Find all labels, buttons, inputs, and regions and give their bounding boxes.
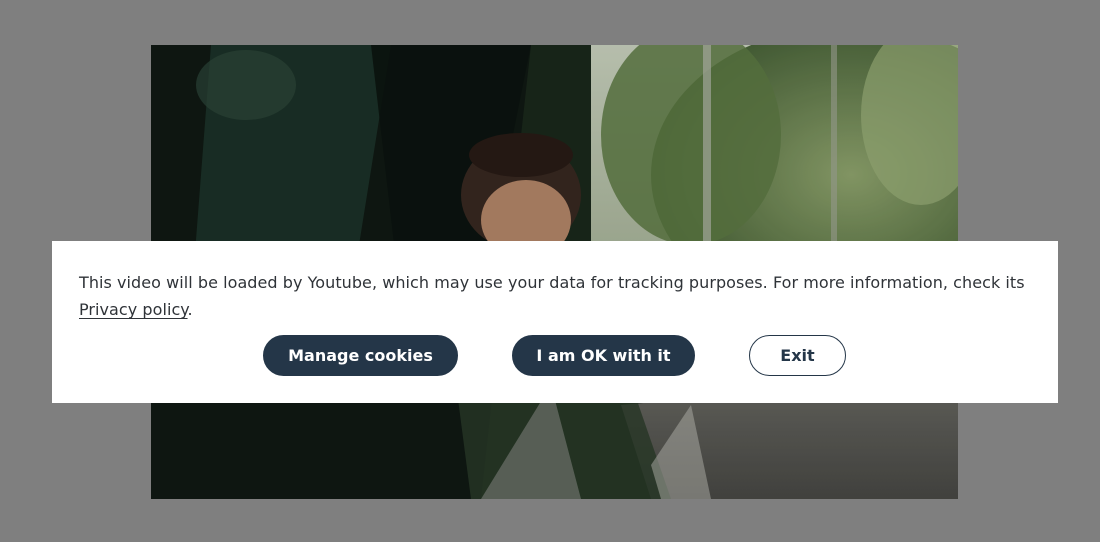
consent-message-end: . (187, 300, 193, 319)
manage-cookies-button[interactable]: Manage cookies (263, 335, 458, 376)
consent-message: This video will be loaded by Youtube, wh… (79, 269, 1031, 323)
consent-message-text: This video will be loaded by Youtube, wh… (79, 273, 1025, 292)
cookie-consent-panel: This video will be loaded by Youtube, wh… (52, 241, 1058, 403)
accept-button[interactable]: I am OK with it (512, 335, 695, 376)
privacy-policy-link[interactable]: Privacy policy (79, 300, 188, 319)
exit-button[interactable]: Exit (749, 335, 846, 376)
